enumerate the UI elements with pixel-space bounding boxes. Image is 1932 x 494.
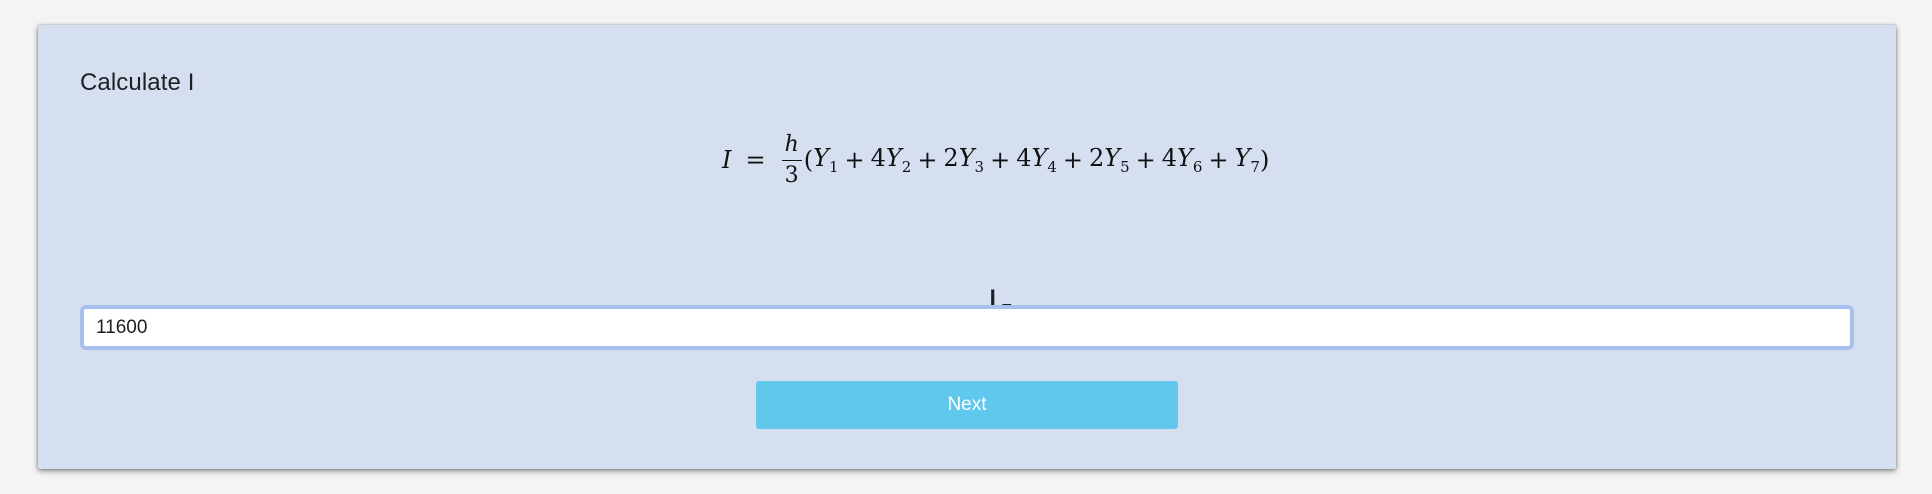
term-var: Y	[1104, 144, 1121, 172]
term-5: 2Y5	[1089, 144, 1130, 176]
term-sub: 5	[1120, 158, 1130, 176]
term-var: Y	[1234, 144, 1251, 172]
close-paren: )	[1259, 146, 1270, 174]
term-1: Y1	[813, 144, 838, 176]
term-sub: 4	[1047, 158, 1057, 176]
term-var: Y	[1031, 144, 1048, 172]
open-paren: (	[803, 146, 814, 174]
formula-lhs: I	[722, 146, 732, 174]
term-sub: 3	[974, 158, 985, 176]
term-op: +	[1135, 146, 1156, 174]
fraction-numerator: h	[781, 133, 802, 161]
formula-fraction: h 3	[781, 133, 802, 188]
answer-input[interactable]	[80, 305, 1854, 350]
question-card: Calculate I I = h 3 ( Y1 + 4Y2 + 2Y3 + 4…	[38, 25, 1896, 469]
term-var: Y	[958, 144, 975, 172]
term-6: 4Y6	[1162, 144, 1203, 176]
next-button[interactable]: Next	[756, 381, 1178, 429]
term-var: Y	[885, 144, 902, 172]
term-coef: 2	[943, 144, 959, 172]
fraction-denominator: 3	[784, 162, 799, 188]
term-sub: 1	[828, 158, 839, 176]
term-7: Y7	[1235, 144, 1260, 176]
term-2: 4Y2	[871, 144, 912, 176]
term-op: +	[844, 146, 865, 174]
term-sub: 7	[1250, 158, 1260, 176]
term-op: +	[990, 146, 1011, 174]
term-var: Y	[1177, 144, 1193, 172]
term-coef: 4	[870, 144, 886, 172]
question-heading: Calculate I	[80, 69, 195, 96]
term-op: +	[917, 146, 938, 174]
term-sub: 2	[901, 158, 912, 176]
term-coef: 4	[1016, 144, 1032, 172]
term-coef: 2	[1088, 144, 1105, 172]
term-3: 2Y3	[943, 144, 984, 176]
term-var: Y	[813, 144, 829, 172]
formula-equals: =	[745, 146, 766, 174]
term-sub: 6	[1192, 158, 1203, 176]
simpson-formula: I = h 3 ( Y1 + 4Y2 + 2Y3 + 4Y4 + 2Y5 + 4…	[722, 115, 1269, 205]
term-op: +	[1062, 146, 1083, 174]
term-coef: 4	[1161, 144, 1178, 172]
term-4: 4Y4	[1016, 144, 1057, 176]
term-op: +	[1208, 146, 1229, 174]
